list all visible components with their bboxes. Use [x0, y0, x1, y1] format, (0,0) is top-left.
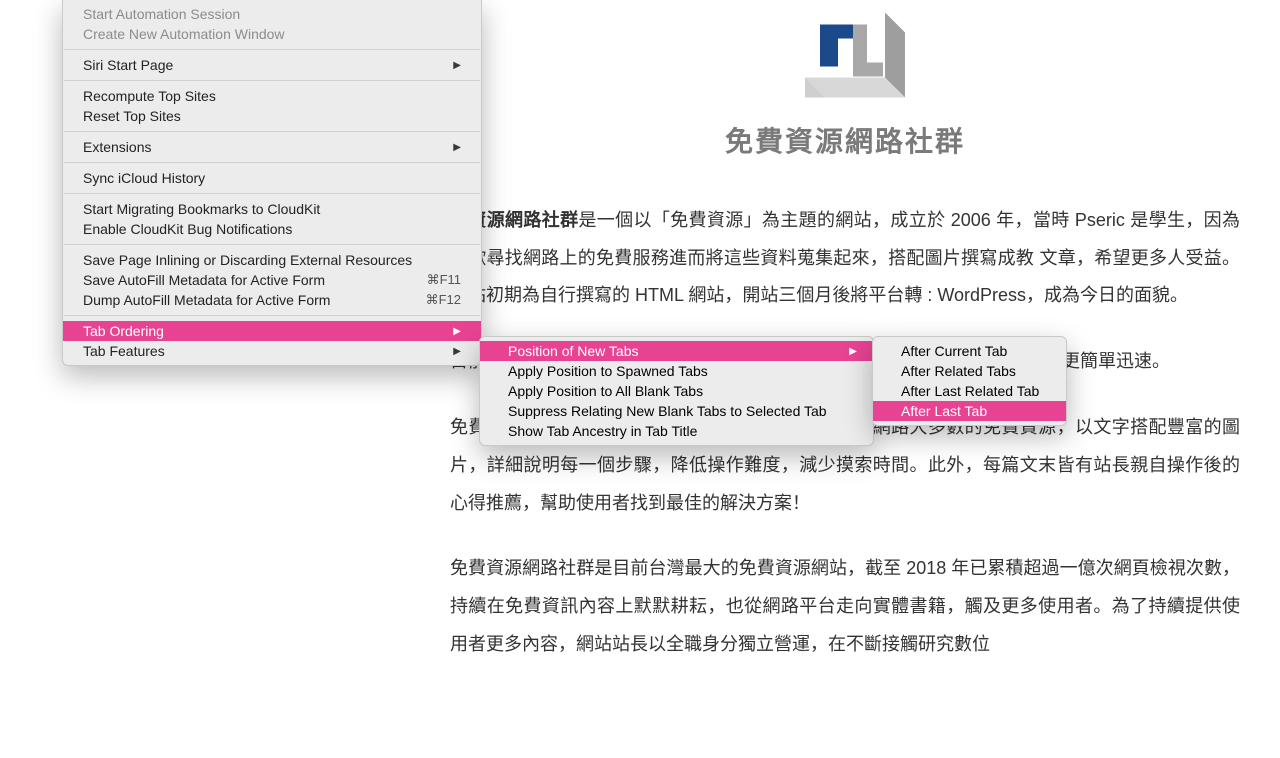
- chevron-right-icon: ▶: [453, 60, 461, 71]
- menu-item-label: After Current Tab: [901, 343, 1050, 359]
- tab-ordering-item[interactable]: Apply Position to Spawned Tabs: [480, 361, 873, 381]
- tab-ordering-item[interactable]: Show Tab Ancestry in Tab Title: [480, 421, 873, 441]
- menu-item-label: Enable CloudKit Bug Notifications: [83, 221, 461, 237]
- position-tabs-item[interactable]: After Related Tabs: [873, 361, 1066, 381]
- menu-item-label: Start Automation Session: [83, 6, 461, 22]
- debug-menu-item[interactable]: Save Page Inlining or Discarding Externa…: [63, 250, 481, 270]
- debug-menu-item[interactable]: Siri Start Page ▶: [63, 55, 481, 75]
- tab-ordering-item[interactable]: Apply Position to All Blank Tabs: [480, 381, 873, 401]
- debug-menu-item[interactable]: Save AutoFill Metadata for Active Form ⌘F…: [63, 270, 481, 290]
- menu-item-label: Sync iCloud History: [83, 170, 461, 186]
- debug-menu-item[interactable]: Tab Ordering ▶: [63, 321, 481, 341]
- menu-item-label: Suppress Relating New Blank Tabs to Sele…: [508, 403, 857, 419]
- tab-ordering-item[interactable]: Position of New Tabs ▶: [480, 341, 873, 361]
- position-tabs-item[interactable]: After Last Related Tab: [873, 381, 1066, 401]
- menu-item-label: Tab Ordering: [83, 323, 445, 339]
- menu-item-label: Show Tab Ancestry in Tab Title: [508, 423, 857, 439]
- debug-menu-item[interactable]: Extensions ▶: [63, 137, 481, 157]
- menu-item-label: Apply Position to Spawned Tabs: [508, 363, 857, 379]
- debug-menu-item[interactable]: Enable CloudKit Bug Notifications: [63, 219, 481, 239]
- chevron-right-icon: ▶: [453, 142, 461, 153]
- menu-item-label: After Related Tabs: [901, 363, 1050, 379]
- menu-separator: [64, 193, 480, 194]
- debug-menu-item[interactable]: Sync iCloud History: [63, 168, 481, 188]
- debug-menu-item[interactable]: Recompute Top Sites: [63, 86, 481, 106]
- debug-menu-item[interactable]: Tab Features ▶: [63, 341, 481, 361]
- tab-ordering-item[interactable]: Suppress Relating New Blank Tabs to Sele…: [480, 401, 873, 421]
- menu-item-label: After Last Related Tab: [901, 383, 1050, 399]
- menu-item-label: Extensions: [83, 139, 445, 155]
- menu-item-label: Start Migrating Bookmarks to CloudKit: [83, 201, 461, 217]
- article-paragraph: 免費資源網路社群是目前台灣最大的免費資源網站，截至 2018 年已累積超過一億次…: [450, 550, 1240, 663]
- menu-item-label: Dump AutoFill Metadata for Active Form: [83, 292, 414, 308]
- debug-menu-item: Start Automation Session: [63, 4, 481, 24]
- position-tabs-item[interactable]: After Last Tab: [873, 401, 1066, 421]
- menu-item-label: After Last Tab: [901, 403, 1050, 419]
- chevron-right-icon: ▶: [849, 346, 857, 357]
- menu-item-shortcut: ⌘F11: [427, 272, 461, 288]
- article-paragraph: 費資源網路社群是一個以「免費資源」為主題的網站，成立於 2006 年，當時 Ps…: [450, 202, 1240, 315]
- debug-menu[interactable]: Start Automation Session Create New Autom…: [62, 0, 482, 366]
- menu-item-label: Recompute Top Sites: [83, 88, 461, 104]
- debug-menu-item: Create New Automation Window: [63, 24, 481, 44]
- menu-separator: [64, 49, 480, 50]
- logo-icon: [735, 0, 955, 105]
- debug-menu-item[interactable]: Reset Top Sites: [63, 106, 481, 126]
- position-tabs-item[interactable]: After Current Tab: [873, 341, 1066, 361]
- menu-separator: [64, 315, 480, 316]
- chevron-right-icon: ▶: [453, 346, 461, 357]
- chevron-right-icon: ▶: [453, 326, 461, 337]
- menu-item-label: Save Page Inlining or Discarding Externa…: [83, 252, 461, 268]
- menu-separator: [64, 131, 480, 132]
- debug-menu-item[interactable]: Start Migrating Bookmarks to CloudKit: [63, 199, 481, 219]
- menu-item-label: Save AutoFill Metadata for Active Form: [83, 272, 415, 288]
- menu-item-label: Position of New Tabs: [508, 343, 841, 359]
- tab-ordering-submenu[interactable]: Position of New Tabs ▶ Apply Position to S…: [479, 336, 874, 446]
- menu-item-label: Siri Start Page: [83, 57, 445, 73]
- menu-separator: [64, 162, 480, 163]
- menu-item-label: Apply Position to All Blank Tabs: [508, 383, 857, 399]
- debug-menu-item[interactable]: Dump AutoFill Metadata for Active Form ⌘F…: [63, 290, 481, 310]
- site-logo: 免費資源網路社群: [450, 0, 1240, 172]
- menu-item-label: Reset Top Sites: [83, 108, 461, 124]
- menu-separator: [64, 80, 480, 81]
- menu-item-shortcut: ⌘F12: [426, 292, 461, 308]
- menu-item-label: Tab Features: [83, 343, 445, 359]
- menu-separator: [64, 244, 480, 245]
- menu-item-label: Create New Automation Window: [83, 26, 461, 42]
- logo-text: 免費資源網路社群: [725, 113, 965, 172]
- position-new-tabs-submenu[interactable]: After Current Tab After Related Tabs After…: [872, 336, 1067, 426]
